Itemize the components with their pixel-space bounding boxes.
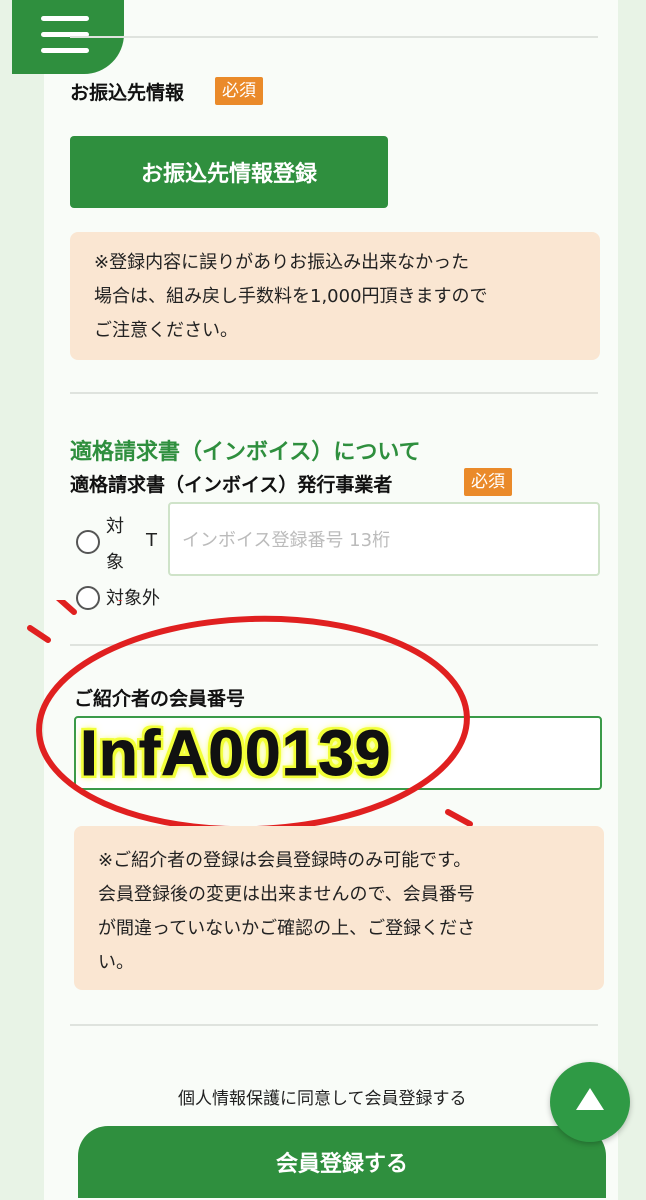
referrer-code-overlay: InfA00139	[79, 717, 392, 790]
divider	[70, 36, 598, 38]
notice-line: が間違っていないかご確認の上、ご登録くださ	[98, 918, 476, 939]
invoice-prefix-t: T	[146, 530, 157, 551]
divider	[70, 1024, 598, 1026]
invoice-issuer-label: 適格請求書（インボイス）発行事業者	[70, 474, 393, 496]
notice-line: ご注意ください。	[94, 320, 238, 341]
transfer-notice: ※登録内容に誤りがありお振込み出来なかった 場合は、組み戻し手数料を1,000円…	[70, 232, 600, 360]
invoice-number-input[interactable]: インボイス登録番号 13桁	[168, 502, 600, 576]
option-target-char: 対	[106, 516, 124, 537]
notice-line: ※ご紹介者の登録は会員登録時のみ可能です。	[98, 850, 472, 871]
referrer-notice: ※ご紹介者の登録は会員登録時のみ可能です。 会員登録後の変更は出来ませんので、会…	[74, 826, 604, 990]
radio-invoice-target[interactable]	[76, 530, 100, 554]
transfer-info-label: お振込先情報	[70, 82, 185, 104]
privacy-consent-text: 個人情報保護に同意して会員登録する	[178, 1089, 467, 1109]
notice-line: 場合は、組み戻し手数料を1,000円頂きますので	[94, 286, 488, 307]
required-badge: 必須	[464, 468, 512, 496]
required-badge: 必須	[215, 77, 263, 105]
transfer-info-register-button[interactable]: お振込先情報登録	[70, 136, 388, 208]
divider	[70, 392, 598, 394]
notice-line: い。	[98, 952, 134, 973]
notice-line: 会員登録後の変更は出来ませんので、会員番号	[98, 884, 475, 905]
register-member-button[interactable]: 会員登録する	[78, 1126, 606, 1198]
back-to-top-icon[interactable]	[550, 1062, 630, 1142]
notice-line: ※登録内容に誤りがありお振込み出来なかった	[94, 252, 470, 273]
option-target-char: 象	[106, 552, 124, 573]
invoice-section-title: 適格請求書（インボイス）について	[70, 440, 421, 465]
